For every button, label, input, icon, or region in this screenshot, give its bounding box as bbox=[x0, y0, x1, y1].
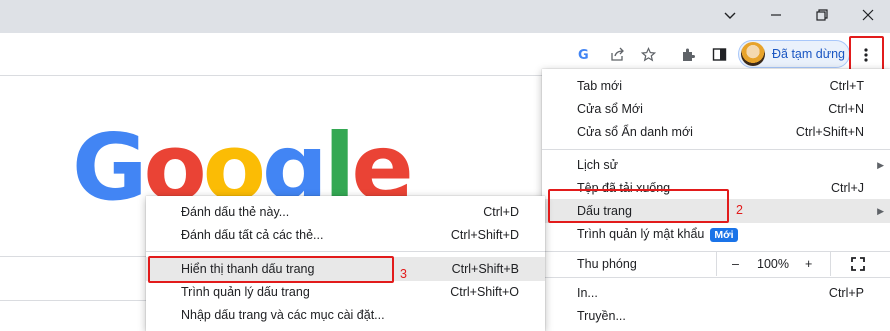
menu-item-zoom: Thu phóng – 100% + bbox=[542, 252, 890, 276]
menu-divider bbox=[542, 277, 890, 278]
fullscreen-button[interactable] bbox=[851, 257, 865, 274]
menu-item-import-bookmarks[interactable]: Nhập dấu trang và các mục cài đặt... bbox=[146, 303, 545, 327]
logo-letter: e bbox=[351, 122, 410, 202]
zoom-divider bbox=[716, 252, 717, 276]
menu-item-bookmark-manager[interactable]: Trình quản lý dấu trang Ctrl+Shift+O bbox=[146, 280, 545, 304]
star-icon bbox=[640, 46, 656, 61]
menu-item-password-manager[interactable]: Trình quản lý mật khẩu Mới bbox=[542, 222, 890, 246]
search-box-edge bbox=[0, 256, 150, 257]
chevron-down-icon bbox=[724, 12, 736, 19]
avatar bbox=[741, 42, 765, 66]
close-button[interactable] bbox=[845, 0, 890, 30]
logo-letter: o bbox=[143, 122, 207, 202]
annotation-number-2: 2 bbox=[736, 203, 743, 217]
submenu-arrow-icon: ▶ bbox=[877, 205, 884, 216]
logo-letter: o bbox=[202, 122, 266, 202]
annotation-box-3 bbox=[148, 256, 394, 283]
svg-text:G: G bbox=[578, 48, 589, 61]
zoom-controls: – 100% + bbox=[716, 252, 890, 276]
restore-icon bbox=[816, 9, 828, 21]
share-icon bbox=[610, 47, 624, 61]
title-bar bbox=[0, 0, 890, 33]
logo-letter: l bbox=[323, 122, 355, 202]
zoom-out-button[interactable]: – bbox=[732, 257, 739, 271]
menu-divider bbox=[146, 251, 545, 252]
bookmark-star-button[interactable] bbox=[635, 41, 661, 67]
menu-item-bookmark-all-tabs[interactable]: Đánh dấu tất cả các thẻ... Ctrl+Shift+D bbox=[146, 223, 545, 247]
minimize-icon bbox=[771, 14, 781, 16]
new-badge: Mới bbox=[710, 227, 738, 242]
logo-letter: g bbox=[261, 122, 328, 202]
zoom-in-button[interactable]: + bbox=[805, 257, 812, 271]
menu-item-new-tab[interactable]: Tab mới Ctrl+T bbox=[542, 74, 890, 98]
tab-search-button[interactable] bbox=[707, 0, 753, 30]
extensions-button[interactable] bbox=[675, 41, 701, 67]
submenu-arrow-icon: ▶ bbox=[877, 159, 884, 170]
profile-button[interactable]: Đã tạm dừng bbox=[738, 40, 850, 68]
side-panel-button[interactable] bbox=[706, 41, 732, 67]
profile-status-label: Đã tạm dừng bbox=[772, 47, 845, 61]
annotation-box-2 bbox=[548, 189, 729, 223]
extensions-icon bbox=[682, 48, 695, 61]
search-box-edge bbox=[0, 300, 150, 301]
zoom-divider bbox=[830, 252, 831, 276]
menu-item-print[interactable]: In... Ctrl+P bbox=[542, 281, 890, 305]
menu-item-history[interactable]: Lịch sử ▶ bbox=[542, 153, 890, 177]
password-manager-label: Trình quản lý mật khẩu bbox=[577, 226, 705, 241]
side-panel-icon bbox=[712, 47, 726, 61]
close-icon bbox=[862, 9, 874, 21]
restore-button[interactable] bbox=[799, 0, 845, 30]
annotation-number-3: 3 bbox=[400, 267, 407, 281]
menu-divider bbox=[542, 149, 890, 150]
google-g-icon: G bbox=[578, 48, 589, 61]
menu-item-bookmark-tab[interactable]: Đánh dấu thẻ này... Ctrl+D bbox=[146, 200, 545, 224]
zoom-level: 100% bbox=[757, 257, 789, 271]
google-logo: Google bbox=[72, 122, 410, 202]
menu-item-new-window[interactable]: Cửa sổ Mới Ctrl+N bbox=[542, 97, 890, 121]
logo-letter: G bbox=[72, 122, 147, 202]
fullscreen-icon bbox=[851, 257, 865, 271]
share-button[interactable] bbox=[604, 41, 630, 67]
menu-item-incognito[interactable]: Cửa sổ Ẩn danh mới Ctrl+Shift+N bbox=[542, 120, 890, 144]
menu-item-cast[interactable]: Truyền... bbox=[542, 304, 890, 328]
minimize-button[interactable] bbox=[753, 0, 799, 30]
google-lens-button[interactable]: G bbox=[571, 41, 597, 67]
